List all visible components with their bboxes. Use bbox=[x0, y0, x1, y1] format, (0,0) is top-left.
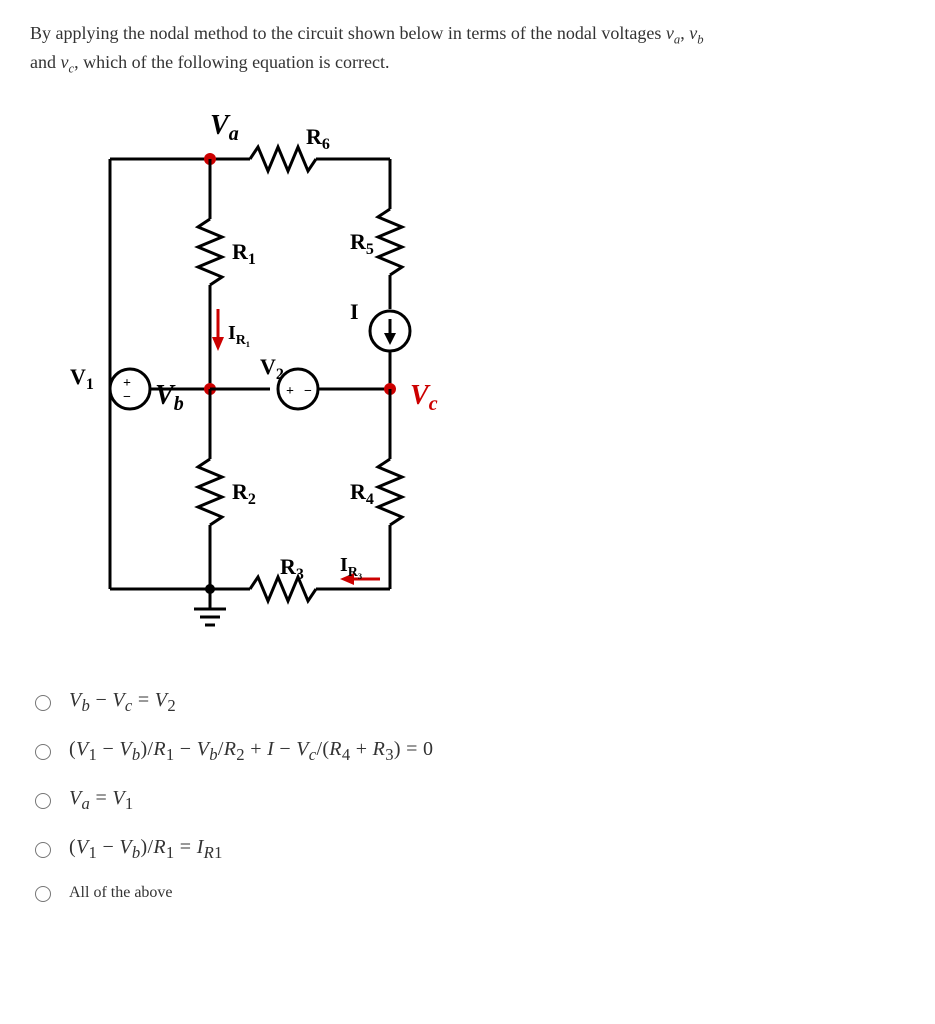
svg-text:−: − bbox=[123, 390, 131, 405]
svg-text:R1: R1 bbox=[232, 239, 256, 268]
option-3-radio[interactable] bbox=[35, 793, 51, 809]
option-3-row: Va = V1 bbox=[30, 775, 905, 824]
svg-text:+: + bbox=[286, 384, 294, 399]
option-3-label: Va = V1 bbox=[69, 783, 134, 816]
svg-text:R3: R3 bbox=[280, 554, 304, 583]
svg-text:R2: R2 bbox=[232, 479, 256, 508]
question-prompt: By applying the nodal method to the circ… bbox=[30, 20, 905, 79]
option-1-row: Vb − Vc = V2 bbox=[30, 677, 905, 726]
option-2-label: (V1 − Vb)/R1 − Vb/R2 + I − Vc/(R4 + R3) … bbox=[69, 734, 433, 767]
option-5-label: All of the above bbox=[69, 881, 173, 905]
option-4-row: (V1 − Vb)/R1 = IR1 bbox=[30, 824, 905, 873]
circuit-diagram: Va Vb Vc R6 R1 IR₁ R5 I V1 + − V2 + − R2 bbox=[50, 99, 905, 647]
option-4-radio[interactable] bbox=[35, 842, 51, 858]
svg-text:−: − bbox=[304, 384, 312, 399]
prompt-text-1: By applying the nodal method to the circ… bbox=[30, 23, 666, 43]
svg-text:Vc: Vc bbox=[410, 380, 438, 415]
svg-text:R4: R4 bbox=[350, 479, 374, 508]
svg-text:R6: R6 bbox=[306, 124, 330, 153]
option-1-label: Vb − Vc = V2 bbox=[69, 685, 176, 718]
svg-text:Vb: Vb bbox=[155, 380, 184, 415]
option-2-radio[interactable] bbox=[35, 744, 51, 760]
option-4-label: (V1 − Vb)/R1 = IR1 bbox=[69, 832, 223, 865]
answer-options: Vb − Vc = V2 (V1 − Vb)/R1 − Vb/R2 + I − … bbox=[30, 677, 905, 913]
svg-text:R5: R5 bbox=[350, 229, 374, 258]
svg-text:I: I bbox=[350, 299, 359, 324]
svg-text:+: + bbox=[123, 376, 131, 391]
option-5-row: All of the above bbox=[30, 873, 905, 913]
option-1-radio[interactable] bbox=[35, 695, 51, 711]
option-2-row: (V1 − Vb)/R1 − Vb/R2 + I − Vc/(R4 + R3) … bbox=[30, 726, 905, 775]
svg-text:IR₃: IR₃ bbox=[340, 554, 362, 580]
option-5-radio[interactable] bbox=[35, 886, 51, 902]
svg-text:Va: Va bbox=[210, 110, 239, 145]
svg-text:V1: V1 bbox=[70, 364, 94, 393]
svg-text:IR₁: IR₁ bbox=[228, 322, 250, 348]
